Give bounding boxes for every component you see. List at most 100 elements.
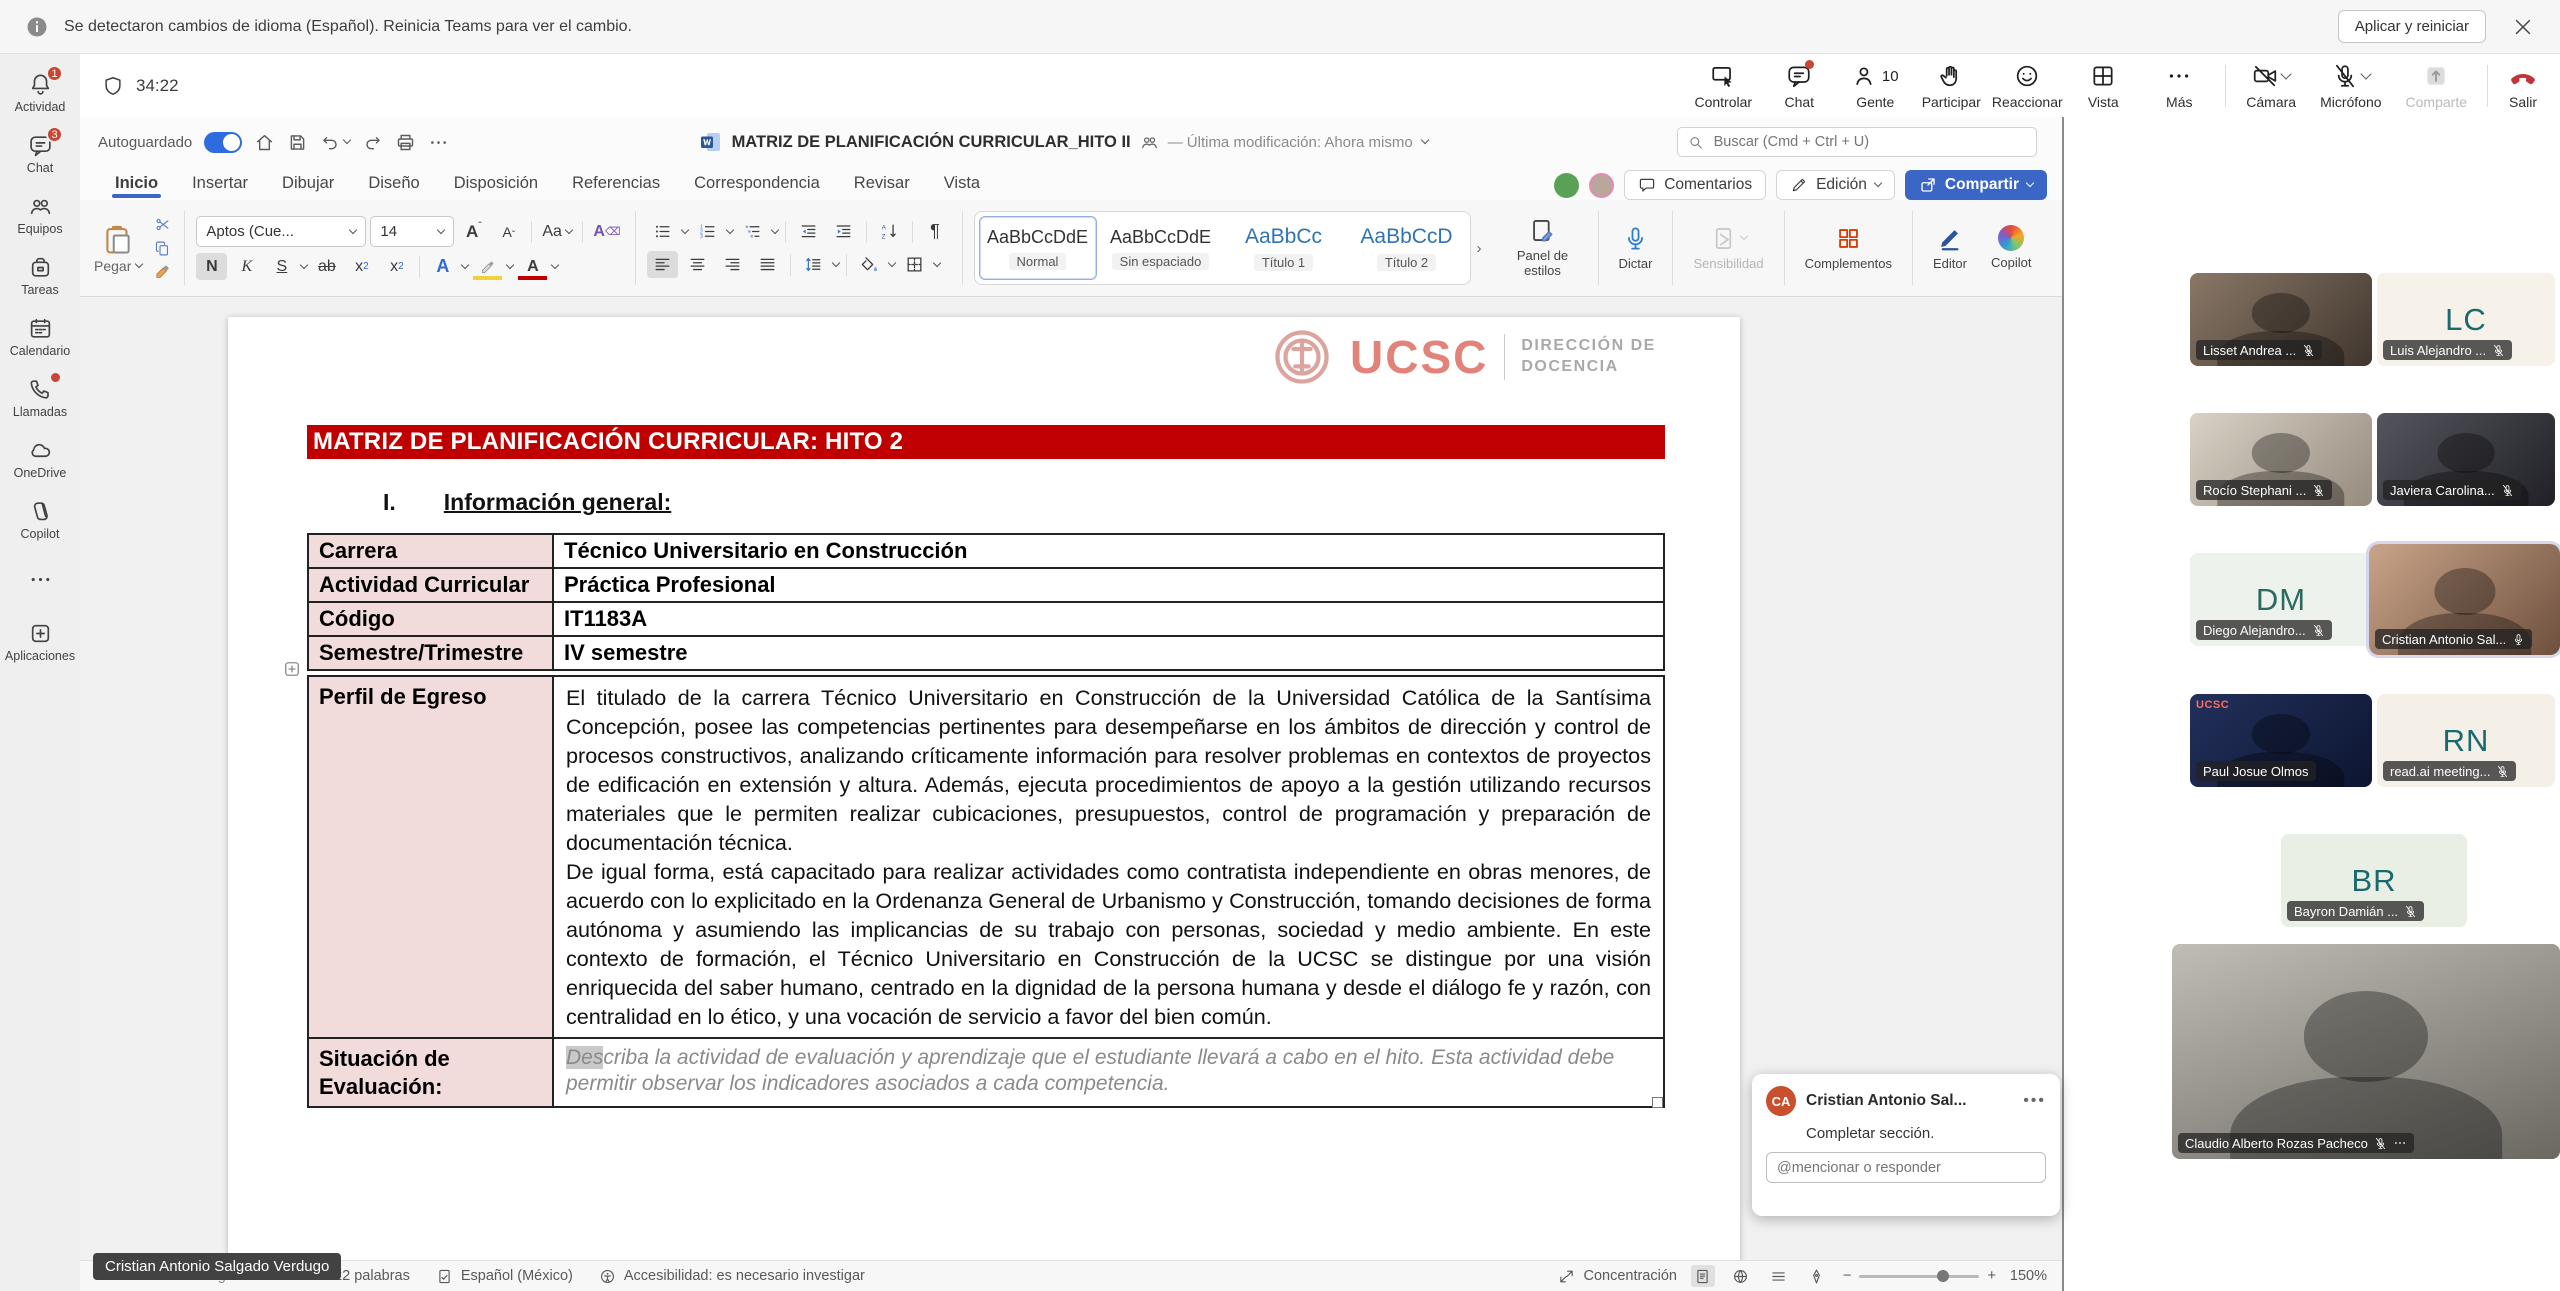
reading-view-button[interactable]: [1767, 1265, 1791, 1287]
style-option[interactable]: AaBbCc Título 1: [1225, 216, 1343, 280]
tab-revisar[interactable]: Revisar: [837, 174, 927, 200]
document-page[interactable]: UCSC DIRECCIÓN DEDOCENCIA MATRIZ DE PLAN…: [228, 317, 1740, 1260]
paste-button[interactable]: Pegar: [88, 222, 148, 274]
tab-insertar[interactable]: Insertar: [175, 174, 265, 200]
tab-correspondencia[interactable]: Correspondencia: [677, 174, 837, 200]
sidebar-item-chat[interactable]: 3 Chat: [0, 123, 80, 184]
shrink-font-button[interactable]: Aˇ: [493, 218, 524, 245]
tab-disposición[interactable]: Disposición: [437, 174, 555, 200]
participant-tile[interactable]: Lisset Andrea ...: [2190, 273, 2372, 366]
chevron-down-icon[interactable]: [2280, 68, 2291, 79]
zoom-in-button[interactable]: +: [1987, 1268, 1995, 1284]
vista-button[interactable]: Vista: [2065, 62, 2141, 110]
italic-button[interactable]: K: [231, 253, 262, 280]
redo-icon[interactable]: [362, 132, 383, 153]
sidebar-item-onedrive[interactable]: OneDrive: [0, 428, 80, 489]
more-options-icon[interactable]: [428, 132, 449, 153]
apply-restart-button[interactable]: Aplicar y reiniciar: [2338, 10, 2486, 43]
comments-button[interactable]: Comentarios: [1624, 170, 1766, 200]
participant-tile[interactable]: LC Luis Alejandro ...: [2377, 273, 2555, 366]
participant-tile[interactable]: RN read.ai meeting...: [2377, 694, 2555, 787]
title-chevron-icon[interactable]: [1420, 136, 1428, 144]
save-icon[interactable]: [287, 132, 308, 153]
participant-tile[interactable]: Cristian Antonio Sal...: [2369, 544, 2560, 655]
situacion-placeholder[interactable]: Describa la actividad de evaluación y ap…: [554, 1039, 1663, 1106]
format-painter-icon[interactable]: [154, 264, 171, 281]
participant-tile[interactable]: DM Diego Alejandro...: [2190, 553, 2372, 646]
sidebar-item-tareas[interactable]: Tareas: [0, 245, 80, 306]
styles-more-icon[interactable]: ›: [1477, 240, 1493, 257]
tab-inicio[interactable]: Inicio: [98, 174, 175, 200]
comparte-button[interactable]: Comparte: [2394, 62, 2479, 110]
home-icon[interactable]: [254, 132, 275, 153]
editing-mode-button[interactable]: Edición: [1776, 170, 1895, 200]
zoom-level-label[interactable]: 150%: [2010, 1268, 2047, 1284]
indent-button[interactable]: [828, 218, 859, 245]
sidebar-item-actividad[interactable]: 1 Actividad: [0, 62, 80, 123]
line-spacing-button[interactable]: [798, 251, 829, 278]
copilot-button[interactable]: Copilot: [1982, 225, 2040, 271]
salir-button[interactable]: Salir: [2496, 62, 2550, 110]
underline-button[interactable]: S: [266, 253, 297, 280]
clear-formatting-button[interactable]: A⌫: [590, 218, 623, 245]
sidebar-item-aplicaciones[interactable]: Aplicaciones: [0, 611, 80, 672]
numbering-button[interactable]: 123: [692, 218, 723, 245]
bold-button[interactable]: N: [196, 253, 227, 280]
zoom-slider[interactable]: − +: [1843, 1268, 1996, 1284]
show-paragraph-marks-button[interactable]: ¶: [920, 218, 951, 245]
tab-dibujar[interactable]: Dibujar: [265, 174, 351, 200]
participant-tile[interactable]: Claudio Alberto Rozas Pacheco: [2172, 944, 2560, 1159]
bullets-button[interactable]: [647, 218, 678, 245]
addins-button[interactable]: Complementos: [1796, 225, 1901, 272]
comment-card[interactable]: CA Cristian Antonio Sal... ••• Completar…: [1752, 1074, 2060, 1216]
print-layout-view-button[interactable]: [1691, 1265, 1715, 1287]
gente-button[interactable]: 10 Gente: [1837, 62, 1913, 110]
tab-referencias[interactable]: Referencias: [555, 174, 677, 200]
participant-tile[interactable]: Javiera Carolina...: [2377, 413, 2555, 506]
print-icon[interactable]: [395, 132, 416, 153]
focus-mode-button[interactable]: Concentración: [1558, 1268, 1677, 1285]
ink-view-button[interactable]: [1805, 1265, 1829, 1287]
table-move-handle-icon[interactable]: [282, 659, 302, 679]
comment-menu-icon[interactable]: •••: [2023, 1092, 2046, 1110]
align-center-button[interactable]: [682, 251, 713, 278]
proofing-status[interactable]: Español (México): [436, 1268, 573, 1285]
chat-button[interactable]: Chat: [1761, 62, 1837, 110]
web-layout-view-button[interactable]: [1729, 1265, 1753, 1287]
sidebar-item-more[interactable]: [0, 550, 80, 611]
sidebar-item-llamadas[interactable]: Llamadas: [0, 367, 80, 428]
search-input[interactable]: [1712, 133, 2026, 151]
autosave-toggle[interactable]: [204, 132, 242, 153]
close-banner-icon[interactable]: [2512, 16, 2534, 38]
align-right-button[interactable]: [717, 251, 748, 278]
style-option[interactable]: AaBbCcD Título 2: [1348, 216, 1466, 280]
change-case-button[interactable]: Aa: [539, 218, 575, 245]
participant-tile[interactable]: Rocío Stephani ...: [2190, 413, 2372, 506]
search-box[interactable]: [1677, 127, 2037, 157]
participant-tile[interactable]: UCSC Paul Josue Olmos: [2190, 694, 2372, 787]
copy-icon[interactable]: [154, 240, 171, 257]
multilevel-list-button[interactable]: [737, 218, 768, 245]
outdent-button[interactable]: [793, 218, 824, 245]
font-color-button[interactable]: A: [517, 253, 548, 280]
font-size-select[interactable]: 14: [370, 216, 454, 247]
shading-button[interactable]: [854, 251, 885, 278]
cut-icon[interactable]: [154, 216, 171, 233]
participar-button[interactable]: Participar: [1913, 62, 1989, 110]
micrófono-button[interactable]: Micrófono: [2308, 62, 2393, 110]
strikethrough-button[interactable]: ab: [311, 253, 342, 280]
subscript-button[interactable]: x2: [346, 253, 377, 280]
undo-button[interactable]: [320, 132, 350, 153]
participant-tile[interactable]: BR Bayron Damián ...: [2281, 834, 2467, 927]
dictate-button[interactable]: Dictar: [1610, 225, 1662, 272]
tile-menu-icon[interactable]: [2393, 1136, 2407, 1150]
más-button[interactable]: Más: [2141, 62, 2217, 110]
tab-vista[interactable]: Vista: [927, 174, 997, 200]
editor-button[interactable]: Editor: [1924, 225, 1976, 272]
cámara-button[interactable]: Cámara: [2234, 62, 2308, 110]
comment-reply-input[interactable]: [1766, 1152, 2046, 1183]
justify-button[interactable]: [752, 251, 783, 278]
tab-diseño[interactable]: Diseño: [351, 174, 436, 200]
document-title[interactable]: MATRIZ DE PLANIFICACIÓN CURRICULAR_HITO …: [732, 133, 1131, 152]
reaccionar-button[interactable]: Reaccionar: [1989, 62, 2065, 110]
